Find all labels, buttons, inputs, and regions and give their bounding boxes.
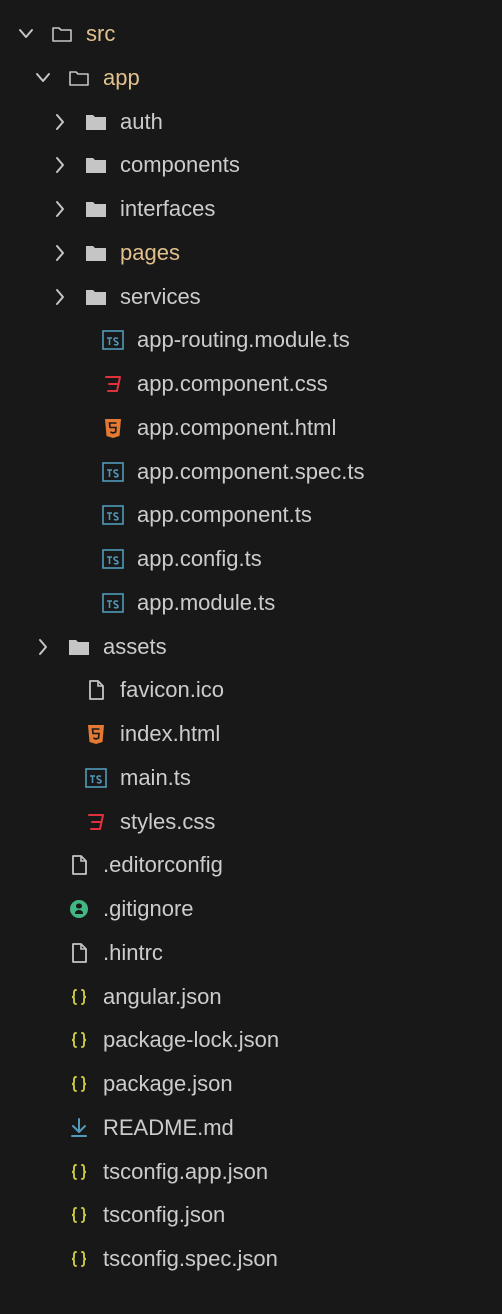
tree-item-label: app.module.ts <box>137 589 276 615</box>
typescript-file-icon <box>101 591 125 615</box>
tree-item-label: app.config.ts <box>137 546 262 571</box>
file-explorer-tree: src app auth components interfaces pages servi… <box>0 0 502 1314</box>
file-icon <box>84 678 108 702</box>
tree-folder-pages[interactable]: pages <box>0 231 502 275</box>
folder-icon <box>84 241 108 265</box>
html-file-icon <box>101 416 125 440</box>
tree-file-hintrc[interactable]: .hintrc <box>0 931 502 975</box>
tree-file-tsconfig-spec-json[interactable]: tsconfig.spec.json <box>0 1237 502 1281</box>
tree-item-label: .hintrc <box>103 939 163 965</box>
chevron-down-icon[interactable] <box>35 65 51 91</box>
tree-item-label: app.component.ts <box>137 502 312 528</box>
tree-item-label: favicon.ico <box>120 677 224 703</box>
typescript-file-icon <box>101 328 125 352</box>
tree-item-label: auth <box>120 108 163 134</box>
folder-icon <box>84 110 108 134</box>
css-file-icon <box>84 810 108 834</box>
tree-file-gitignore[interactable]: .gitignore <box>0 887 502 931</box>
tree-folder-interfaces[interactable]: interfaces <box>0 187 502 231</box>
folder-icon <box>84 197 108 221</box>
folder-icon <box>84 153 108 177</box>
json-file-icon <box>67 1160 91 1184</box>
github-icon <box>67 897 91 921</box>
tree-item-label: index.html <box>120 721 221 746</box>
chevron-right-icon[interactable] <box>52 152 68 178</box>
tree-item-label: .gitignore <box>103 896 194 921</box>
tree-item-label: app-routing.module.ts <box>137 327 350 353</box>
tree-file-main-ts[interactable]: main.ts <box>0 756 502 800</box>
tree-item-label: tsconfig.json <box>103 1202 226 1228</box>
tree-item-label: app.component.html <box>137 414 337 440</box>
tree-item-label: styles.css <box>120 808 216 834</box>
css-file-icon <box>101 372 125 396</box>
json-file-icon <box>67 1028 91 1052</box>
folder-open-icon <box>50 22 74 46</box>
tree-folder-assets[interactable]: assets <box>0 625 502 669</box>
tree-file-app-component-spec-ts[interactable]: app.component.spec.ts <box>0 450 502 494</box>
chevron-down-icon[interactable] <box>18 21 34 47</box>
tree-file-editorconfig[interactable]: .editorconfig <box>0 843 502 887</box>
tree-folder-services[interactable]: services <box>0 275 502 319</box>
tree-file-package-lock-json[interactable]: package-lock.json <box>0 1018 502 1062</box>
tree-file-tsconfig-json[interactable]: tsconfig.json <box>0 1193 502 1237</box>
tree-item-label: app <box>103 64 140 90</box>
html-file-icon <box>84 722 108 746</box>
tree-file-app-routing-module-ts[interactable]: app-routing.module.ts <box>0 318 502 362</box>
tree-file-styles-css[interactable]: styles.css <box>0 800 502 844</box>
tree-item-label: tsconfig.app.json <box>103 1158 269 1184</box>
markdown-file-icon <box>67 1116 91 1140</box>
folder-open-icon <box>67 66 91 90</box>
json-file-icon <box>67 1072 91 1096</box>
tree-item-label: package-lock.json <box>103 1027 280 1053</box>
tree-file-app-component-css[interactable]: app.component.css <box>0 362 502 406</box>
tree-folder-components[interactable]: components <box>0 143 502 187</box>
typescript-file-icon <box>84 766 108 790</box>
tree-file-index-html[interactable]: index.html <box>0 712 502 756</box>
tree-item-label: app.component.spec.ts <box>137 458 365 484</box>
tree-folder-auth[interactable]: auth <box>0 100 502 144</box>
tree-file-app-module-ts[interactable]: app.module.ts <box>0 581 502 625</box>
tree-file-package-json[interactable]: package.json <box>0 1062 502 1106</box>
tree-item-label: angular.json <box>103 983 222 1009</box>
chevron-right-icon[interactable] <box>35 634 51 660</box>
tree-file-tsconfig-app-json[interactable]: tsconfig.app.json <box>0 1150 502 1194</box>
tree-folder-src[interactable]: src <box>0 12 502 56</box>
file-icon <box>67 941 91 965</box>
tree-item-label: pages <box>120 239 180 265</box>
chevron-right-icon[interactable] <box>52 240 68 266</box>
tree-item-label: tsconfig.spec.json <box>103 1246 278 1271</box>
folder-icon <box>84 285 108 309</box>
file-icon <box>67 853 91 877</box>
chevron-right-icon[interactable] <box>52 109 68 135</box>
typescript-file-icon <box>101 460 125 484</box>
folder-icon <box>67 635 91 659</box>
tree-item-label: assets <box>103 633 167 659</box>
tree-item-label: services <box>120 283 201 309</box>
json-file-icon <box>67 985 91 1009</box>
tree-item-label: components <box>120 152 240 178</box>
tree-item-label: main.ts <box>120 764 191 790</box>
tree-file-app-component-ts[interactable]: app.component.ts <box>0 493 502 537</box>
typescript-file-icon <box>101 503 125 527</box>
tree-file-app-component-html[interactable]: app.component.html <box>0 406 502 450</box>
tree-item-label: package.json <box>103 1071 233 1096</box>
tree-item-label: interfaces <box>120 196 216 221</box>
tree-file-app-config-ts[interactable]: app.config.ts <box>0 537 502 581</box>
tree-item-label: .editorconfig <box>103 852 223 878</box>
chevron-right-icon[interactable] <box>52 284 68 310</box>
tree-item-label: app.component.css <box>137 371 328 396</box>
tree-file-readme-md[interactable]: README.md <box>0 1106 502 1150</box>
json-file-icon <box>67 1247 91 1271</box>
tree-file-angular-json[interactable]: angular.json <box>0 975 502 1019</box>
tree-item-label: README.md <box>103 1114 234 1140</box>
json-file-icon <box>67 1203 91 1227</box>
tree-file-favicon-ico[interactable]: favicon.ico <box>0 668 502 712</box>
typescript-file-icon <box>101 547 125 571</box>
chevron-right-icon[interactable] <box>52 196 68 222</box>
tree-folder-app[interactable]: app <box>0 56 502 100</box>
tree-item-label: src <box>86 21 116 46</box>
